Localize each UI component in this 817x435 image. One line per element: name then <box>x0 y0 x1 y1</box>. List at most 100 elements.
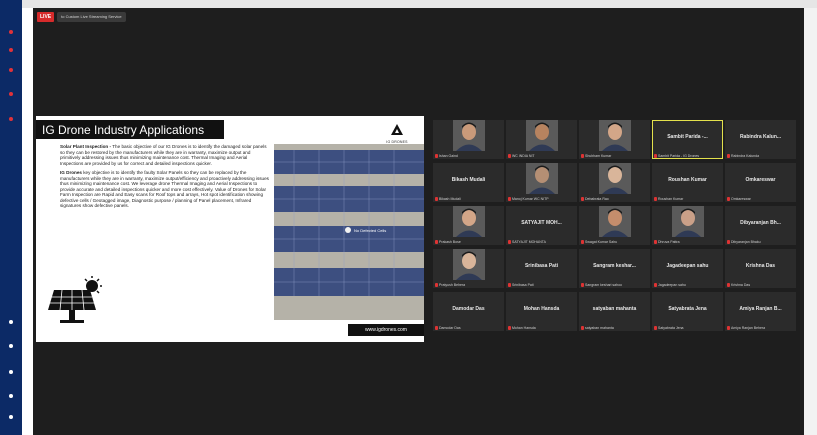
nav-dot[interactable] <box>9 30 13 34</box>
participant-video <box>525 120 558 151</box>
mic-muted-icon <box>654 326 657 330</box>
participant-video <box>598 120 631 151</box>
participant-label: satyaban mahanta <box>581 326 648 330</box>
participant-tile[interactable]: Krishna Das Krishna Das <box>725 249 796 288</box>
participant-label-text: Jagadeepan sahu <box>658 283 686 287</box>
mic-muted-icon <box>727 154 730 158</box>
participant-label: Dhruva Pattra <box>654 240 721 244</box>
participant-tile[interactable]: Satyabrata Jena Satyabrata Jena <box>652 292 723 331</box>
participant-video <box>525 163 558 194</box>
mic-muted-icon <box>508 197 511 201</box>
participant-tile[interactable]: Sangram keshar... Sangram keshari sahoo <box>579 249 650 288</box>
mic-muted-icon <box>581 240 584 244</box>
participant-tile[interactable]: Manoj Kumar WC NITP <box>506 163 577 202</box>
participant-video <box>452 206 485 237</box>
participant-video <box>452 249 485 280</box>
mic-muted-icon <box>508 240 511 244</box>
participant-name: Sangram keshar... <box>593 263 636 269</box>
mic-muted-icon <box>581 197 584 201</box>
mic-muted-icon <box>654 154 657 158</box>
participant-tile[interactable]: Debabrata Rao <box>579 163 650 202</box>
mic-muted-icon <box>435 240 438 244</box>
participant-name: Roushan Kumar <box>668 177 707 183</box>
mic-muted-icon <box>727 283 730 287</box>
participant-tile[interactable]: Pratyush Behera <box>433 249 504 288</box>
mic-muted-icon <box>654 197 657 201</box>
participant-label-text: satyaban mahanta <box>585 326 614 330</box>
participant-tile[interactable]: Dhruva Pattra <box>652 206 723 245</box>
mic-muted-icon <box>581 154 584 158</box>
participant-name: Sambit Parida -... <box>667 134 708 140</box>
participant-tile[interactable]: SATYAJIT MOH... SATYAJIT MOHANTA <box>506 206 577 245</box>
nav-dot[interactable] <box>9 68 13 72</box>
participant-name: Bikash Mudali <box>451 177 486 183</box>
stream-status-button[interactable]: to Custom Live Streaming Service <box>57 12 126 22</box>
participant-tile[interactable]: Shubham Kumar <box>579 120 650 159</box>
participant-label-text: SATYAJIT MOHANTA <box>512 240 546 244</box>
participant-name: Krishna Das <box>745 263 776 269</box>
mic-muted-icon <box>581 326 584 330</box>
participant-tile[interactable]: Rabindra Kalun... Rabindra Kalunda <box>725 120 796 159</box>
participant-tile[interactable]: WC INDIA NIT <box>506 120 577 159</box>
left-sidebar-strip <box>0 0 22 435</box>
nav-dot[interactable] <box>9 320 13 324</box>
participant-tile[interactable]: Omkareswar Omkareswar <box>725 163 796 202</box>
participant-label: Manoj Kumar WC NITP <box>508 197 575 201</box>
participant-tile[interactable]: Dibyaranjan Bh... Dibyaranjan Bhaku <box>725 206 796 245</box>
participant-video <box>598 206 631 237</box>
participant-label-text: Damodar Das <box>439 326 461 330</box>
para2-text: key objective is to identify the faulty … <box>60 170 269 208</box>
participant-tile[interactable]: Roushan Kumar Roushan Kumar <box>652 163 723 202</box>
participant-tile[interactable]: Prakash Bose <box>433 206 504 245</box>
participant-name: Satyabrata Jena <box>668 306 707 312</box>
nav-dot[interactable] <box>9 370 13 374</box>
slide-body: Solar Plant Inspection - The basic objec… <box>60 144 270 213</box>
participant-label: Amiya Ranjan Behera <box>727 326 794 330</box>
participant-tile[interactable]: Jagadeepan sahu Jagadeepan sahu <box>652 249 723 288</box>
participant-name: satyaban mahanta <box>592 306 637 312</box>
participant-name: Omkareswar <box>745 177 776 183</box>
participant-label: Mohan Hansda <box>508 326 575 330</box>
participant-tile[interactable]: Damodar Das Damodar Das <box>433 292 504 331</box>
participant-label: Prakash Bose <box>435 240 502 244</box>
participant-label-text: Manoj Kumar WC NITP <box>512 197 549 201</box>
participant-label-text: Sambit Parida - IG Drones <box>658 154 700 158</box>
nav-dot[interactable] <box>9 394 13 398</box>
participant-tile[interactable]: Sambit Parida -... Sambit Parida - IG Dro… <box>652 120 723 159</box>
participant-label-text: Amiya Ranjan Behera <box>731 326 766 330</box>
participant-label: Sangram keshari sahoo <box>581 283 648 287</box>
participant-tile[interactable]: Amiya Ranjan B... Amiya Ranjan Behera <box>725 292 796 331</box>
nav-dot[interactable] <box>9 344 13 348</box>
participant-name: Rabindra Kalun... <box>739 134 782 140</box>
participant-name: Mohan Hansda <box>523 306 560 312</box>
para1-heading: Solar Plant Inspection - <box>60 144 112 149</box>
participant-video <box>598 163 631 194</box>
nav-dot[interactable] <box>9 117 13 121</box>
mic-muted-icon <box>508 326 511 330</box>
participant-tile[interactable]: Mohan Hansda Mohan Hansda <box>506 292 577 331</box>
nav-dot[interactable] <box>9 48 13 52</box>
nav-dot[interactable] <box>9 415 13 419</box>
mic-muted-icon <box>727 240 730 244</box>
stream-toolbar: LIVE to Custom Live Streaming Service <box>37 12 126 22</box>
nav-dot[interactable] <box>9 92 13 96</box>
live-badge: LIVE <box>37 12 55 22</box>
paragraph-2: IG Drones key objective is to identify t… <box>60 170 270 209</box>
participant-tile[interactable]: Ishan Gaind <box>433 120 504 159</box>
participant-label-text: Bikash Mudali <box>439 197 461 201</box>
participant-label: Dibyaranjan Bhaku <box>727 240 794 244</box>
mic-muted-icon <box>435 197 438 201</box>
participant-tile[interactable]: satyaban mahanta satyaban mahanta <box>579 292 650 331</box>
participant-label: Roushan Kumar <box>654 197 721 201</box>
participant-label-text: Swagat Kumar Sahu <box>585 240 618 244</box>
participant-label: Ishan Gaind <box>435 154 502 158</box>
participant-tile[interactable]: Swagat Kumar Sahu <box>579 206 650 245</box>
ig-drones-logo: IG DRONES <box>382 122 412 144</box>
mic-muted-icon <box>581 283 584 287</box>
participant-tile[interactable]: Bikash Mudali Bikash Mudali <box>433 163 504 202</box>
participant-label-text: Satyabrata Jena <box>658 326 684 330</box>
top-band <box>22 0 817 8</box>
mic-muted-icon <box>508 154 511 158</box>
participant-grid: Ishan Gaind WC INDIA NIT Shubham Kumar Samb… <box>433 120 800 332</box>
participant-tile[interactable]: Srinibasa Pati Srinibasa Pati <box>506 249 577 288</box>
